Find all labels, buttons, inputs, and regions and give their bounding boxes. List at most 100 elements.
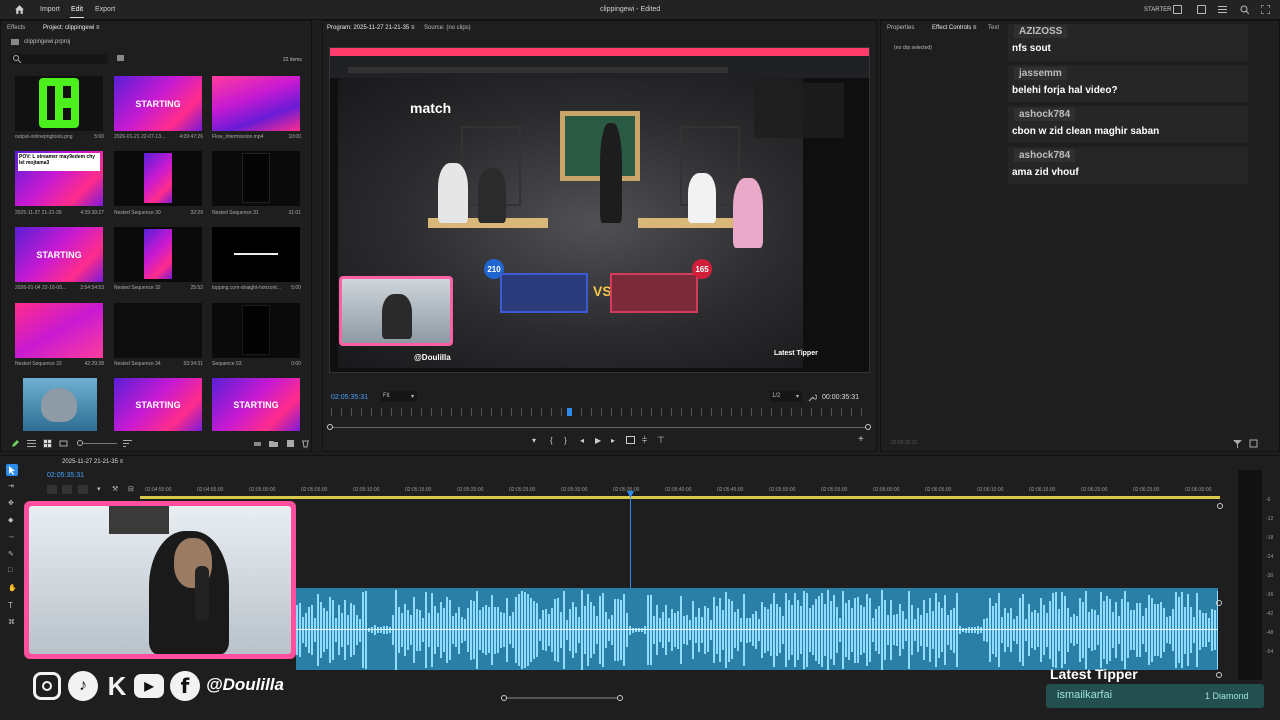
- audio-waveform[interactable]: [296, 590, 1218, 670]
- fullscreen-icon[interactable]: [1260, 4, 1271, 15]
- export-icon[interactable]: [1249, 439, 1258, 448]
- project-item-thumbnail[interactable]: [15, 303, 103, 358]
- tab-source[interactable]: Source: (no clips): [424, 25, 471, 31]
- waveform-bar: [1202, 612, 1204, 648]
- new-bin-icon[interactable]: [117, 55, 124, 61]
- slip-icon[interactable]: ↔: [8, 533, 15, 540]
- track-select-icon[interactable]: ⇥: [8, 482, 14, 490]
- tab-program[interactable]: Program: 2025-11-27 21-21-35 ≡: [327, 25, 414, 31]
- grid-view-icon[interactable]: [43, 439, 52, 448]
- wrench-icon[interactable]: [808, 393, 817, 402]
- monitor-scrollbar[interactable]: [331, 427, 868, 428]
- menu-import[interactable]: Import: [40, 6, 60, 13]
- marker-icon[interactable]: ▾: [97, 485, 101, 493]
- monitor-ruler[interactable]: [331, 408, 868, 416]
- hamburger-icon[interactable]: [1218, 5, 1227, 14]
- selection-tool-icon[interactable]: [6, 464, 18, 476]
- freeform-view-icon[interactable]: [59, 439, 68, 448]
- project-item-thumbnail[interactable]: POV: L streamer may9edem chy lel mojtama…: [15, 151, 103, 206]
- workspace-icon[interactable]: [1173, 5, 1182, 14]
- timeline-timecode[interactable]: 02:05:35:31: [47, 472, 84, 479]
- timeline-scroll-right[interactable]: [617, 695, 623, 701]
- program-video[interactable]: match 210 VS 165 @Doulilla Latest Tipper: [329, 47, 870, 373]
- tab-properties[interactable]: Properties: [887, 25, 914, 31]
- waveform-bar: [869, 598, 871, 662]
- scroll-handle-right[interactable]: [865, 424, 871, 430]
- add-marker-icon[interactable]: ▾: [532, 436, 536, 445]
- waveform-bar: [926, 613, 928, 647]
- project-item-thumbnail[interactable]: [114, 151, 202, 206]
- sequence-tab[interactable]: 2025-11-27 21-21-35 ≡: [62, 459, 123, 465]
- sort-icon[interactable]: [123, 439, 132, 448]
- hand-icon[interactable]: ✋: [8, 584, 17, 592]
- project-item-thumbnail[interactable]: [212, 151, 300, 206]
- add-button-icon[interactable]: +: [858, 434, 864, 445]
- quality-dropdown[interactable]: 1/2 ▾: [770, 391, 802, 402]
- project-item-thumbnail[interactable]: [15, 76, 103, 131]
- menu-edit[interactable]: Edit: [71, 6, 83, 13]
- filter-icon[interactable]: [1233, 439, 1242, 448]
- project-item-thumbnail[interactable]: STARTING: [114, 378, 202, 431]
- project-item-thumbnail[interactable]: [23, 378, 97, 431]
- project-item-thumbnail[interactable]: [212, 76, 300, 131]
- waveform-bar: [431, 593, 433, 667]
- rectangle-icon[interactable]: □: [8, 567, 12, 574]
- snap-icon[interactable]: [47, 485, 57, 494]
- project-search-input[interactable]: [9, 54, 109, 64]
- mark-in-icon[interactable]: {: [550, 436, 553, 445]
- waveform-bar: [1079, 598, 1081, 662]
- new-bin-icon[interactable]: [269, 439, 278, 448]
- new-item-icon[interactable]: [286, 439, 295, 448]
- search-icon[interactable]: [1240, 5, 1250, 15]
- project-item-thumbnail[interactable]: [212, 227, 300, 282]
- waveform-bar: [440, 601, 442, 659]
- home-icon[interactable]: [14, 4, 25, 15]
- project-item-thumbnail[interactable]: [114, 227, 202, 282]
- waveform-bar: [404, 603, 406, 657]
- pencil-icon[interactable]: [11, 439, 20, 448]
- linked-selection-icon[interactable]: [62, 485, 72, 494]
- export-frame-icon[interactable]: ⊤: [657, 435, 665, 446]
- project-item-thumbnail[interactable]: [114, 303, 202, 358]
- tab-effect-controls[interactable]: Effect Controls ≡: [932, 25, 976, 31]
- work-area-bar[interactable]: [140, 496, 1220, 499]
- fit-dropdown[interactable]: Fit ▾: [381, 391, 417, 402]
- tab-project[interactable]: Project: clippingewi ≡: [43, 25, 100, 31]
- project-item-thumbnail[interactable]: STARTING: [114, 76, 202, 131]
- scroll-handle-left[interactable]: [327, 424, 333, 430]
- automate-icon[interactable]: [253, 439, 262, 448]
- menu-export[interactable]: Export: [95, 6, 115, 13]
- step-back-icon[interactable]: ◂: [580, 436, 584, 445]
- program-timecode[interactable]: 02:05:35:31: [331, 394, 368, 401]
- zoom-slider[interactable]: [77, 443, 117, 444]
- monitor-playhead[interactable]: [567, 408, 572, 416]
- captions-toggle-icon[interactable]: ⊟: [128, 485, 134, 493]
- add-marker-tl-icon[interactable]: [78, 485, 88, 494]
- wrench-tl-icon[interactable]: ⚒: [112, 485, 118, 493]
- pen-icon[interactable]: ✎: [8, 550, 14, 558]
- list-view-icon[interactable]: [27, 439, 36, 448]
- razor-icon[interactable]: ◆: [8, 516, 13, 524]
- step-forward-icon[interactable]: ▸: [611, 436, 615, 445]
- type-icon[interactable]: T: [8, 601, 13, 610]
- trash-icon[interactable]: [301, 439, 310, 448]
- tab-text[interactable]: Text: [988, 25, 999, 31]
- caption-icon[interactable]: ⌘: [8, 618, 15, 626]
- ripple-edit-icon[interactable]: ✥: [8, 499, 14, 507]
- mark-out-icon[interactable]: }: [564, 436, 567, 445]
- play-icon[interactable]: ▶: [595, 436, 601, 445]
- project-item-thumbnail[interactable]: [212, 303, 300, 358]
- waveform-bar: [530, 597, 532, 663]
- overwrite-icon[interactable]: ⫩: [642, 435, 647, 446]
- zoom-slider-handle[interactable]: [77, 440, 83, 446]
- insert-icon[interactable]: [626, 436, 635, 444]
- project-item-thumbnail[interactable]: STARTING: [15, 227, 103, 282]
- plan-badge[interactable]: STARTER: [1144, 7, 1171, 13]
- timeline-scrollbar[interactable]: [506, 697, 622, 699]
- share-icon[interactable]: [1197, 5, 1206, 14]
- project-item-thumbnail[interactable]: STARTING: [212, 378, 300, 431]
- timeline-scroll-left[interactable]: [501, 695, 507, 701]
- tab-effects[interactable]: Effects: [7, 25, 25, 31]
- chat-username: ashock784: [1014, 149, 1076, 162]
- waveform-bar: [1172, 608, 1174, 652]
